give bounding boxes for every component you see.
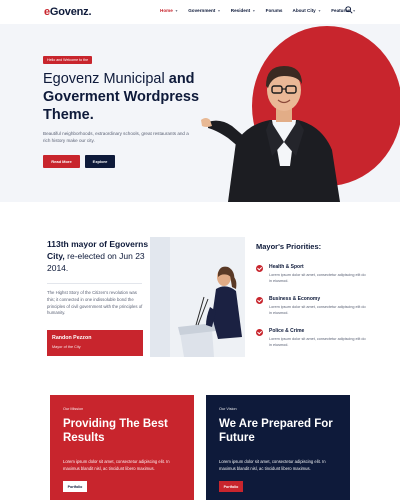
priorities-title: Mayor's Priorities:	[256, 242, 322, 251]
mission-card: Our Mission Providing The Best Results L…	[50, 395, 194, 500]
card-kicker: Our Mission	[63, 407, 84, 411]
check-circle-icon	[256, 265, 263, 272]
nav-item-home[interactable]: Home ▼	[160, 8, 178, 13]
priority-item: Health & Sport Lorem ipsum dolor sit ame…	[256, 264, 366, 296]
explore-button[interactable]: Explore	[85, 155, 115, 168]
card-title: Providing The Best Results	[63, 418, 168, 444]
mayor-heading: 113th mayor of Egoverns City, re-elected…	[47, 238, 149, 274]
businessman-photo	[201, 66, 340, 202]
portfolio-button[interactable]: Portfolio	[219, 481, 243, 493]
site-logo[interactable]: eGovenz.	[44, 6, 92, 18]
mayor-role: Mayor of the City	[52, 345, 81, 349]
card-text: Lorem ipsum dolor sit amet, consectetur …	[63, 459, 170, 471]
mayor-description: The Highst Story of the Citizen's revolu…	[47, 290, 143, 316]
chevron-down-icon: ▼	[252, 8, 256, 13]
mayor-name: Randon Pezzon	[52, 335, 92, 341]
priority-item: Police & Crime Lorem ipsum dolor sit ame…	[256, 328, 366, 360]
speaker-photo	[150, 237, 245, 357]
priorities-list: Health & Sport Lorem ipsum dolor sit ame…	[256, 264, 366, 360]
main-menu: Home ▼ Government ▼ Resident ▼ Forums About…	[160, 8, 356, 13]
priority-description: Lorem ipsum dolor sit amet, consectetur …	[269, 273, 366, 284]
card-text: Lorem ipsum dolor sit amet, consectetur …	[219, 459, 326, 471]
priority-name: Business & Economy	[269, 296, 321, 302]
mayor-name-card: Randon Pezzon Mayor of the City	[47, 330, 143, 356]
nav-item-forums[interactable]: Forums	[266, 8, 283, 13]
nav-label: Home	[160, 8, 173, 13]
priority-name: Health & Sport	[269, 264, 304, 270]
portfolio-button[interactable]: Portfolio	[63, 481, 87, 493]
priority-name: Police & Crime	[269, 328, 305, 334]
hero-description: Beautiful neighborhoods, extraordinary s…	[43, 131, 189, 143]
hero-title-bold-2: Goverment Wordpress Theme.	[43, 89, 200, 123]
priority-description: Lorem ipsum dolor sit amet, consectetur …	[269, 305, 366, 316]
logo-text: Govenz.	[49, 6, 92, 18]
chevron-down-icon: ▼	[217, 8, 221, 13]
hero-title-bold: and	[168, 71, 195, 87]
nav-label: About City	[292, 8, 316, 13]
nav-item-about-city[interactable]: About City ▼	[293, 8, 322, 13]
hero-title-light: Egovenz Municipal	[43, 71, 169, 87]
nav-item-government[interactable]: Government ▼	[188, 8, 221, 13]
divider	[47, 283, 142, 284]
card-kicker: Our Vision	[219, 407, 237, 411]
chevron-down-icon: ▼	[317, 8, 322, 13]
nav-label: Resident	[230, 8, 251, 13]
hero-section: Hello and Welcome to the Egovenz Municip…	[0, 24, 400, 202]
chevron-down-icon: ▼	[174, 8, 179, 13]
read-more-button[interactable]: Read More	[43, 155, 80, 168]
priority-description: Lorem ipsum dolor sit amet, consectetur …	[269, 337, 366, 348]
nav-label: Government	[188, 8, 216, 13]
check-circle-icon	[256, 329, 263, 336]
nav-label: Forums	[265, 8, 283, 13]
nav-item-resident[interactable]: Resident ▼	[231, 8, 256, 13]
priority-item: Business & Economy Lorem ipsum dolor sit…	[256, 296, 366, 328]
vision-card: Our Vision We Are Prepared For Future Lo…	[206, 395, 350, 500]
check-circle-icon	[256, 297, 263, 304]
card-title: We Are Prepared For Future	[219, 418, 333, 444]
top-navbar: eGovenz. Home ▼ Government ▼ Resident ▼ For…	[0, 0, 400, 24]
search-icon[interactable]	[345, 6, 353, 14]
hero-badge: Hello and Welcome to the	[43, 56, 93, 64]
